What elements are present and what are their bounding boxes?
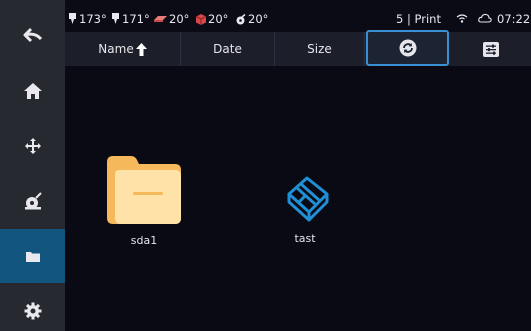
print-status: 5 | Print: [396, 12, 441, 26]
back-arrow-icon: [23, 27, 42, 43]
arrow-up-icon: [135, 42, 147, 56]
extruder2-temp-value: 171°: [122, 12, 150, 26]
date-column-label: Date: [213, 42, 242, 56]
bed-icon: [154, 16, 167, 22]
chamber-temp-value: 20°: [208, 12, 229, 26]
clock: 07:22: [497, 12, 531, 26]
chamber-icon: [196, 13, 206, 25]
sort-by-size-button[interactable]: Size: [275, 32, 365, 66]
back-button[interactable]: [0, 8, 65, 62]
size-column-label: Size: [307, 42, 332, 56]
extrude-button[interactable]: [0, 174, 65, 228]
fan-temp: 20°: [235, 12, 268, 26]
nozzle-icon: [69, 13, 76, 24]
extruder2-temp: 171°: [111, 12, 150, 26]
home-button[interactable]: [0, 64, 65, 118]
file-name-label: sda1: [130, 234, 158, 247]
status-bar: 173° 171° 20° 20° 20° 5 | Print 07:22: [65, 0, 531, 32]
fan-temp-value: 20°: [248, 12, 269, 26]
file-item-sda1[interactable]: sda1: [104, 156, 184, 247]
list-settings-button[interactable]: [450, 32, 531, 66]
cloud-icon: [478, 13, 492, 23]
nozzle-icon: [112, 13, 119, 24]
file-name-label: tast: [294, 232, 316, 245]
extrude-icon: [24, 192, 42, 210]
file-item-tast[interactable]: tast: [266, 172, 344, 245]
bed-temp-value: 20°: [169, 12, 190, 26]
move-icon: [24, 138, 41, 154]
refresh-icon: [399, 39, 416, 57]
model-file-icon: [287, 176, 329, 222]
bed-temp: 20°: [154, 12, 189, 26]
gear-icon: [24, 302, 41, 320]
folder-icon: [107, 156, 181, 224]
connection-indicators: [456, 13, 492, 23]
wifi-icon: [456, 14, 468, 23]
extruder1-temp-value: 173°: [79, 12, 107, 26]
settings-button[interactable]: [0, 284, 65, 331]
extruder1-temp: 173°: [68, 12, 107, 26]
name-column-label: Name: [98, 42, 134, 56]
folder-icon: [25, 251, 40, 262]
sliders-icon: [482, 41, 499, 57]
sidebar: [0, 0, 65, 331]
sort-by-name-button[interactable]: Name: [65, 32, 181, 66]
files-button[interactable]: [0, 229, 65, 283]
refresh-button[interactable]: [366, 30, 449, 66]
chamber-temp: 20°: [196, 12, 228, 26]
fan-icon: [236, 13, 246, 24]
move-button[interactable]: [0, 119, 65, 173]
home-icon: [23, 83, 42, 99]
sort-by-date-button[interactable]: Date: [181, 32, 275, 66]
